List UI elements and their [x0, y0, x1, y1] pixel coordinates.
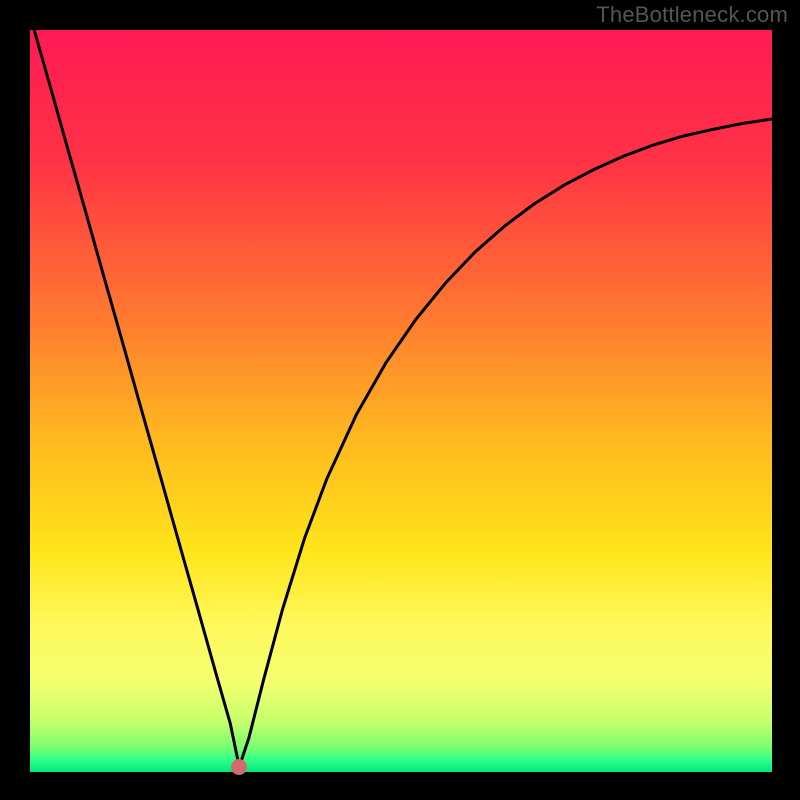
minimum-marker [231, 759, 247, 775]
curve-layer [30, 30, 772, 772]
watermark-text: TheBottleneck.com [596, 2, 788, 28]
outer-frame: TheBottleneck.com [0, 0, 800, 800]
bottleneck-curve [30, 30, 772, 767]
plot-area [30, 30, 772, 772]
